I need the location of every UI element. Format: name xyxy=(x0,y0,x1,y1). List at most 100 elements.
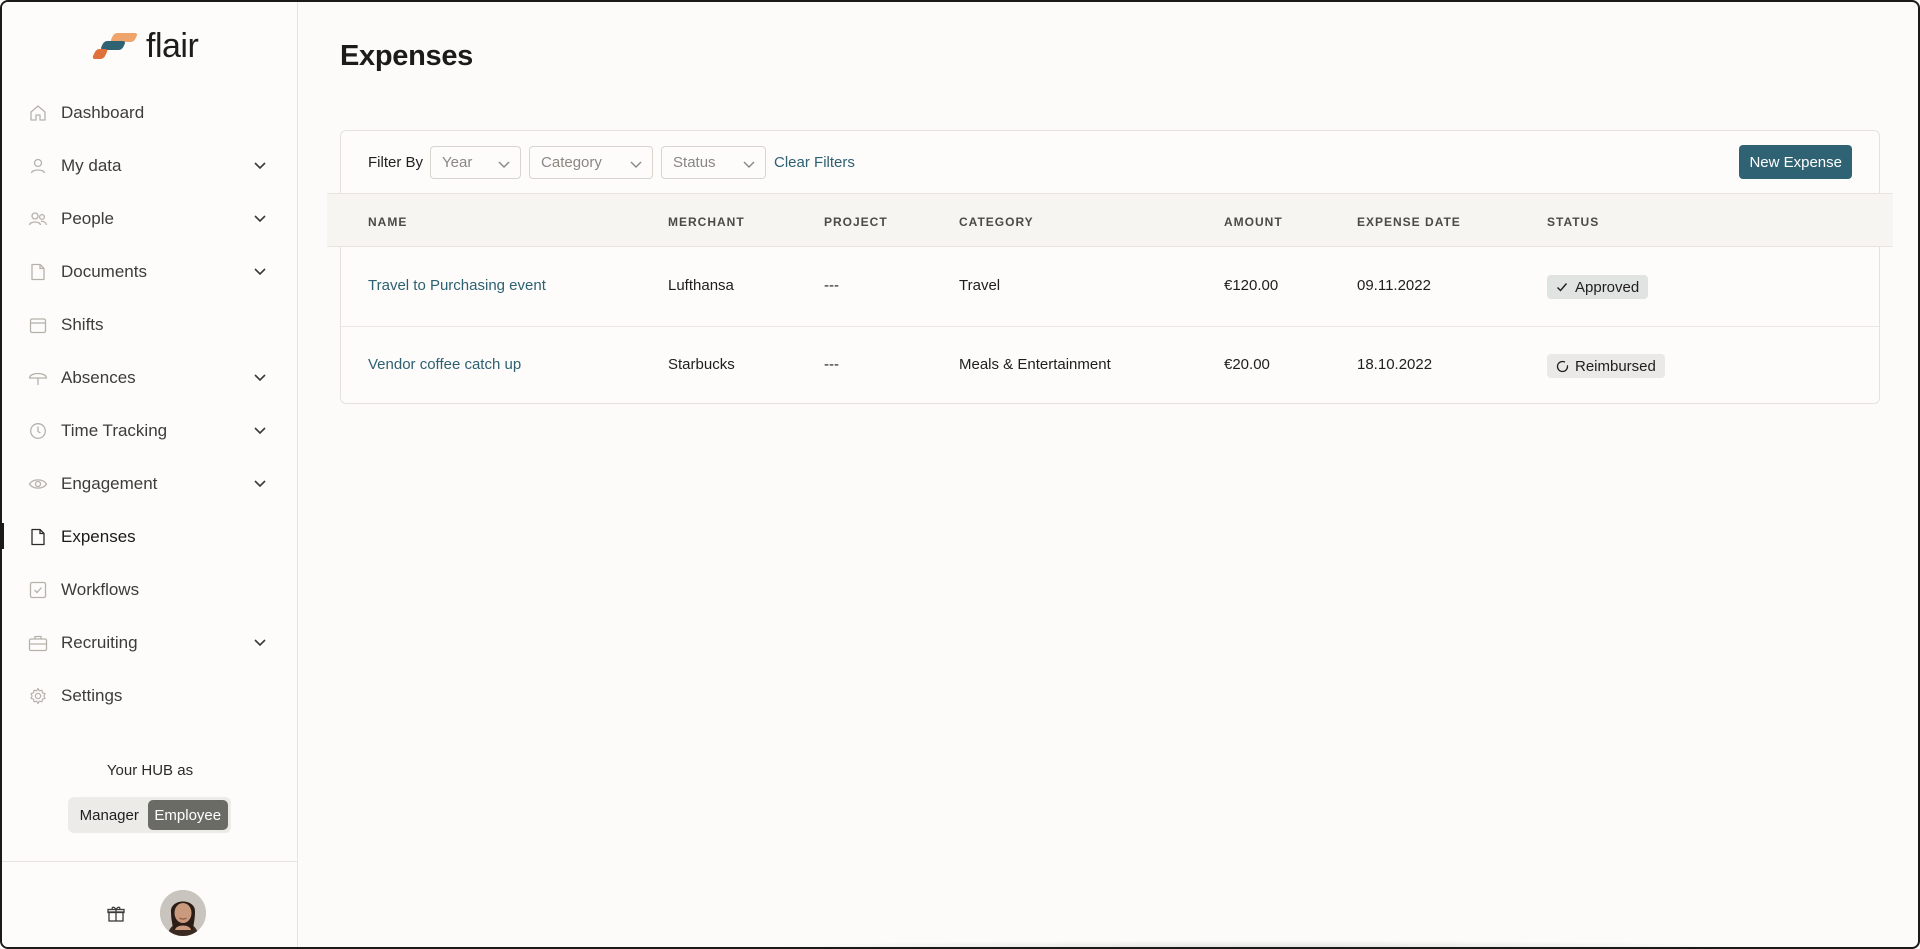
briefcase-icon xyxy=(28,633,48,653)
sidebar-item-people[interactable]: People xyxy=(2,192,298,245)
circle-icon xyxy=(1555,359,1569,373)
chevron-down-icon[interactable] xyxy=(252,210,268,226)
calendar-icon xyxy=(28,315,48,335)
status-badge: Reimbursed xyxy=(1547,354,1665,378)
sidebar-item-absences[interactable]: Absences xyxy=(2,351,298,404)
role-toggle: Manager Employee xyxy=(68,797,231,833)
sidebar-item-label: Expenses xyxy=(61,526,136,546)
sidebar-item-label: Recruiting xyxy=(61,632,138,652)
expense-name-link[interactable]: Vendor coffee catch up xyxy=(368,356,521,373)
page-title: Expenses xyxy=(340,40,474,72)
sidebar-item-workflows[interactable]: Workflows xyxy=(2,563,298,616)
flair-logo-mark xyxy=(90,30,139,62)
sidebar-item-engagement[interactable]: Engagement xyxy=(2,457,298,510)
sidebar-item-label: Shifts xyxy=(61,314,104,334)
category-filter-select[interactable]: Category xyxy=(529,145,654,179)
year-filter-placeholder: Year xyxy=(442,153,473,171)
chevron-down-icon[interactable] xyxy=(252,157,268,173)
main-content: Expenses Filter By Year Category Status … xyxy=(299,2,1918,947)
eye-icon xyxy=(28,474,48,494)
role-manager-button[interactable]: Manager xyxy=(71,800,148,830)
sidebar-item-label: Engagement xyxy=(61,473,158,493)
merchant-cell: Lufthansa xyxy=(668,277,734,294)
clock-icon xyxy=(28,421,48,441)
expense-name-link[interactable]: Travel to Purchasing event xyxy=(368,277,546,294)
column-header-amount[interactable]: AMOUNT xyxy=(1224,215,1283,229)
sidebar-item-my-data[interactable]: My data xyxy=(2,139,298,192)
sidebar-item-time-tracking[interactable]: Time Tracking xyxy=(2,404,298,457)
table-row[interactable]: Travel to Purchasing event Lufthansa ---… xyxy=(341,248,1879,327)
flair-logo[interactable]: flair xyxy=(90,26,199,65)
sidebar-item-label: Documents xyxy=(61,261,147,281)
chevron-down-icon xyxy=(630,161,642,168)
sidebar-item-documents[interactable]: Documents xyxy=(2,245,298,298)
sidebar-item-label: My data xyxy=(61,155,122,175)
sidebar-item-expenses[interactable]: Expenses xyxy=(2,510,298,563)
home-icon xyxy=(28,103,48,123)
avatar[interactable] xyxy=(160,890,206,936)
chevron-down-icon[interactable] xyxy=(252,634,268,650)
sidebar-item-label: People xyxy=(61,208,114,228)
category-cell: Travel xyxy=(959,277,1001,294)
sidebar-nav: Dashboard My data People Documents Shift… xyxy=(2,86,298,722)
column-header-category[interactable]: CATEGORY xyxy=(959,215,1034,229)
sidebar-item-shifts[interactable]: Shifts xyxy=(2,298,298,351)
column-header-status[interactable]: STATUS xyxy=(1547,215,1599,229)
check-icon xyxy=(1555,280,1569,294)
expense-date-cell: 18.10.2022 xyxy=(1357,356,1433,373)
app-window: flair Dashboard My data People Documents… xyxy=(0,0,1920,949)
table-row[interactable]: Vendor coffee catch up Starbucks --- Mea… xyxy=(341,327,1879,406)
sidebar-item-label: Dashboard xyxy=(61,102,145,122)
expenses-card: Filter By Year Category Status Clear Fil… xyxy=(327,130,1893,406)
sidebar-item-recruiting[interactable]: Recruiting xyxy=(2,616,298,669)
amount-cell: €120.00 xyxy=(1224,277,1279,294)
sidebar-item-settings[interactable]: Settings xyxy=(2,669,298,722)
table-header: NAME MERCHANT PROJECT CATEGORY AMOUNT EX… xyxy=(327,193,1893,247)
expense-date-cell: 09.11.2022 xyxy=(1357,277,1431,294)
status-badge-label: Approved xyxy=(1575,278,1640,296)
umbrella-icon xyxy=(28,368,48,388)
filter-label: Filter By xyxy=(368,153,424,171)
column-header-merchant[interactable]: MERCHANT xyxy=(668,215,745,229)
status-filter-select[interactable]: Status xyxy=(661,145,767,179)
project-cell: --- xyxy=(824,356,839,373)
sidebar-item-label: Time Tracking xyxy=(61,420,168,440)
sidebar-divider xyxy=(2,861,298,862)
hub-label: Your HUB as xyxy=(106,762,194,779)
merchant-cell: Starbucks xyxy=(668,356,735,373)
checkbox-icon xyxy=(28,580,48,600)
role-employee-button[interactable]: Employee xyxy=(147,800,228,830)
column-header-name[interactable]: NAME xyxy=(368,215,407,229)
chevron-down-icon[interactable] xyxy=(252,475,268,491)
people-icon xyxy=(28,209,48,229)
project-cell: --- xyxy=(824,277,839,294)
status-badge: Approved xyxy=(1547,275,1649,299)
file-icon xyxy=(28,527,48,547)
column-header-project[interactable]: PROJECT xyxy=(824,215,888,229)
chevron-down-icon[interactable] xyxy=(252,369,268,385)
sidebar-item-label: Absences xyxy=(61,367,136,387)
gear-icon xyxy=(28,686,48,706)
user-icon xyxy=(28,156,48,176)
gift-icon[interactable] xyxy=(106,904,126,924)
status-badge-label: Reimbursed xyxy=(1575,357,1656,375)
brand-name: flair xyxy=(146,26,199,65)
sidebar: flair Dashboard My data People Documents… xyxy=(2,2,298,947)
chevron-down-icon[interactable] xyxy=(252,422,268,438)
filter-bar: Filter By Year Category Status Clear Fil… xyxy=(341,131,1879,193)
chevron-down-icon xyxy=(743,161,755,168)
bottom-shadow xyxy=(759,940,1759,947)
chevron-down-icon[interactable] xyxy=(252,263,268,279)
clear-filters-link[interactable]: Clear Filters xyxy=(774,154,855,171)
new-expense-button[interactable]: New Expense xyxy=(1739,145,1852,179)
year-filter-select[interactable]: Year xyxy=(430,145,522,179)
amount-cell: €20.00 xyxy=(1224,356,1270,373)
chevron-down-icon xyxy=(498,161,510,168)
sidebar-item-dashboard[interactable]: Dashboard xyxy=(2,86,298,139)
category-cell: Meals & Entertainment xyxy=(959,356,1111,373)
sidebar-item-label: Workflows xyxy=(61,579,140,599)
sidebar-item-label: Settings xyxy=(61,685,123,705)
category-filter-placeholder: Category xyxy=(541,153,602,171)
column-header-expense-date[interactable]: EXPENSE DATE xyxy=(1357,215,1461,229)
status-filter-placeholder: Status xyxy=(673,153,716,171)
